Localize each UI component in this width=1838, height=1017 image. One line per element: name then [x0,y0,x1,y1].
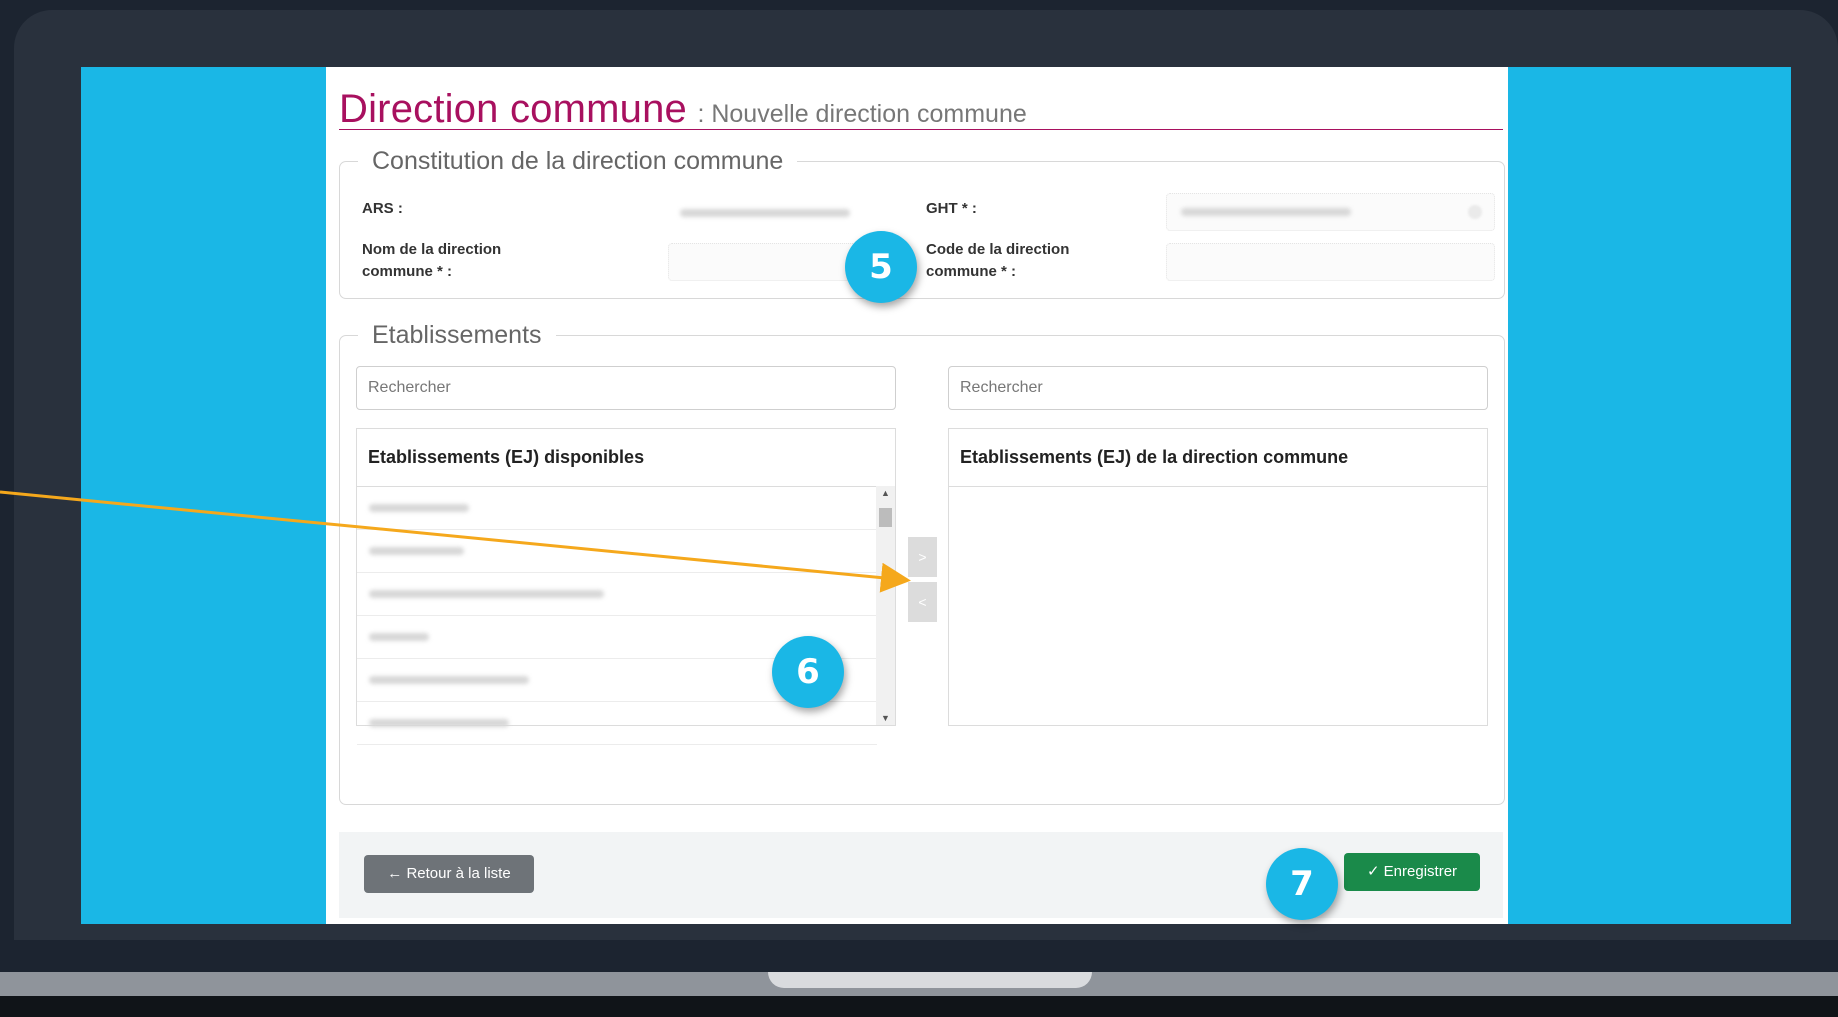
annotation-badge-7: 7 [1266,848,1338,920]
laptop-shadow [0,996,1838,1017]
laptop-notch [768,972,1092,988]
annotation-badge-5: 5 [845,231,917,303]
annotation-arrow [0,490,911,593]
annotation-badge-6: 6 [772,636,844,708]
